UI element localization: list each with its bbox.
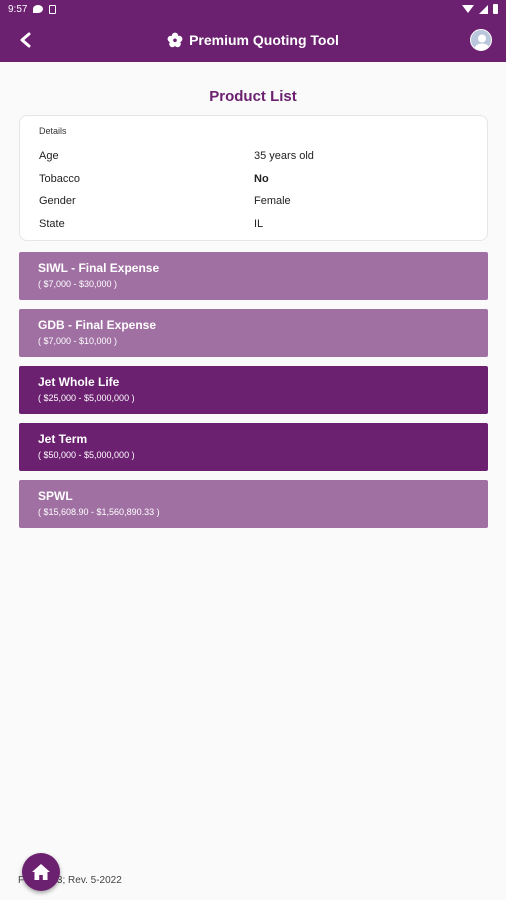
home-button[interactable]: [22, 853, 60, 891]
app-title-group: Premium Quoting Tool: [167, 32, 339, 48]
detail-key: State: [39, 217, 65, 230]
home-icon: [32, 864, 50, 880]
page-title: Product List: [209, 88, 297, 105]
detail-value: 35 years old: [254, 150, 314, 163]
product-range: ( $7,000 - $30,000 ): [38, 279, 118, 289]
product-range: ( $7,000 - $10,000 ): [38, 336, 118, 346]
sim-icon: [49, 4, 57, 14]
wifi-icon: [462, 5, 474, 13]
flower-logo-icon: [167, 32, 183, 48]
product-name: SPWL: [38, 489, 73, 503]
detail-value: No: [254, 172, 269, 185]
product-range: ( $25,000 - $5,000,000 ): [38, 393, 135, 403]
detail-key: Gender: [39, 195, 76, 208]
detail-row-state: State IL: [39, 213, 468, 236]
detail-key: Tobacco: [39, 172, 80, 185]
product-name: Jet Term: [38, 432, 88, 446]
status-time: 9:57: [8, 3, 28, 15]
details-card: Details Age 35 years old Tobacco No Gend…: [19, 115, 488, 241]
product-range: ( $15,608.90 - $1,560,890.33 ): [38, 507, 160, 517]
product-range: ( $50,000 - $5,000,000 ): [38, 450, 135, 460]
detail-value: IL: [254, 217, 264, 230]
status-right: [462, 4, 498, 14]
status-bar: 9:57: [0, 0, 506, 18]
product-name: GDB - Final Expense: [38, 318, 157, 332]
app-bar: Premium Quoting Tool: [0, 18, 506, 62]
signal-icon: [479, 4, 488, 14]
details-label: Details: [39, 126, 67, 136]
detail-value: Female: [254, 195, 291, 208]
product-name: Jet Whole Life: [38, 375, 120, 389]
app-title: Premium Quoting Tool: [189, 32, 339, 48]
profile-button[interactable]: [470, 29, 492, 51]
back-button[interactable]: [14, 28, 38, 52]
product-gdb-final-expense[interactable]: GDB - Final Expense ( $7,000 - $10,000 ): [19, 309, 488, 357]
back-arrow-icon: [20, 32, 31, 48]
product-jet-term[interactable]: Jet Term ( $50,000 - $5,000,000 ): [19, 423, 488, 471]
detail-row-age: Age 35 years old: [39, 145, 468, 168]
detail-row-gender: Gender Female: [39, 190, 468, 213]
product-siwl-final-expense[interactable]: SIWL - Final Expense ( $7,000 - $30,000 …: [19, 252, 488, 300]
product-name: SIWL - Final Expense: [38, 261, 160, 275]
product-jet-whole-life[interactable]: Jet Whole Life ( $25,000 - $5,000,000 ): [19, 366, 488, 414]
message-icon: [33, 5, 44, 13]
profile-icon: [474, 34, 490, 50]
battery-icon: [493, 4, 498, 14]
detail-row-tobacco: Tobacco No: [39, 168, 468, 191]
product-spwl[interactable]: SPWL ( $15,608.90 - $1,560,890.33 ): [19, 480, 488, 528]
status-left: 9:57: [8, 3, 57, 15]
detail-key: Age: [39, 150, 59, 163]
